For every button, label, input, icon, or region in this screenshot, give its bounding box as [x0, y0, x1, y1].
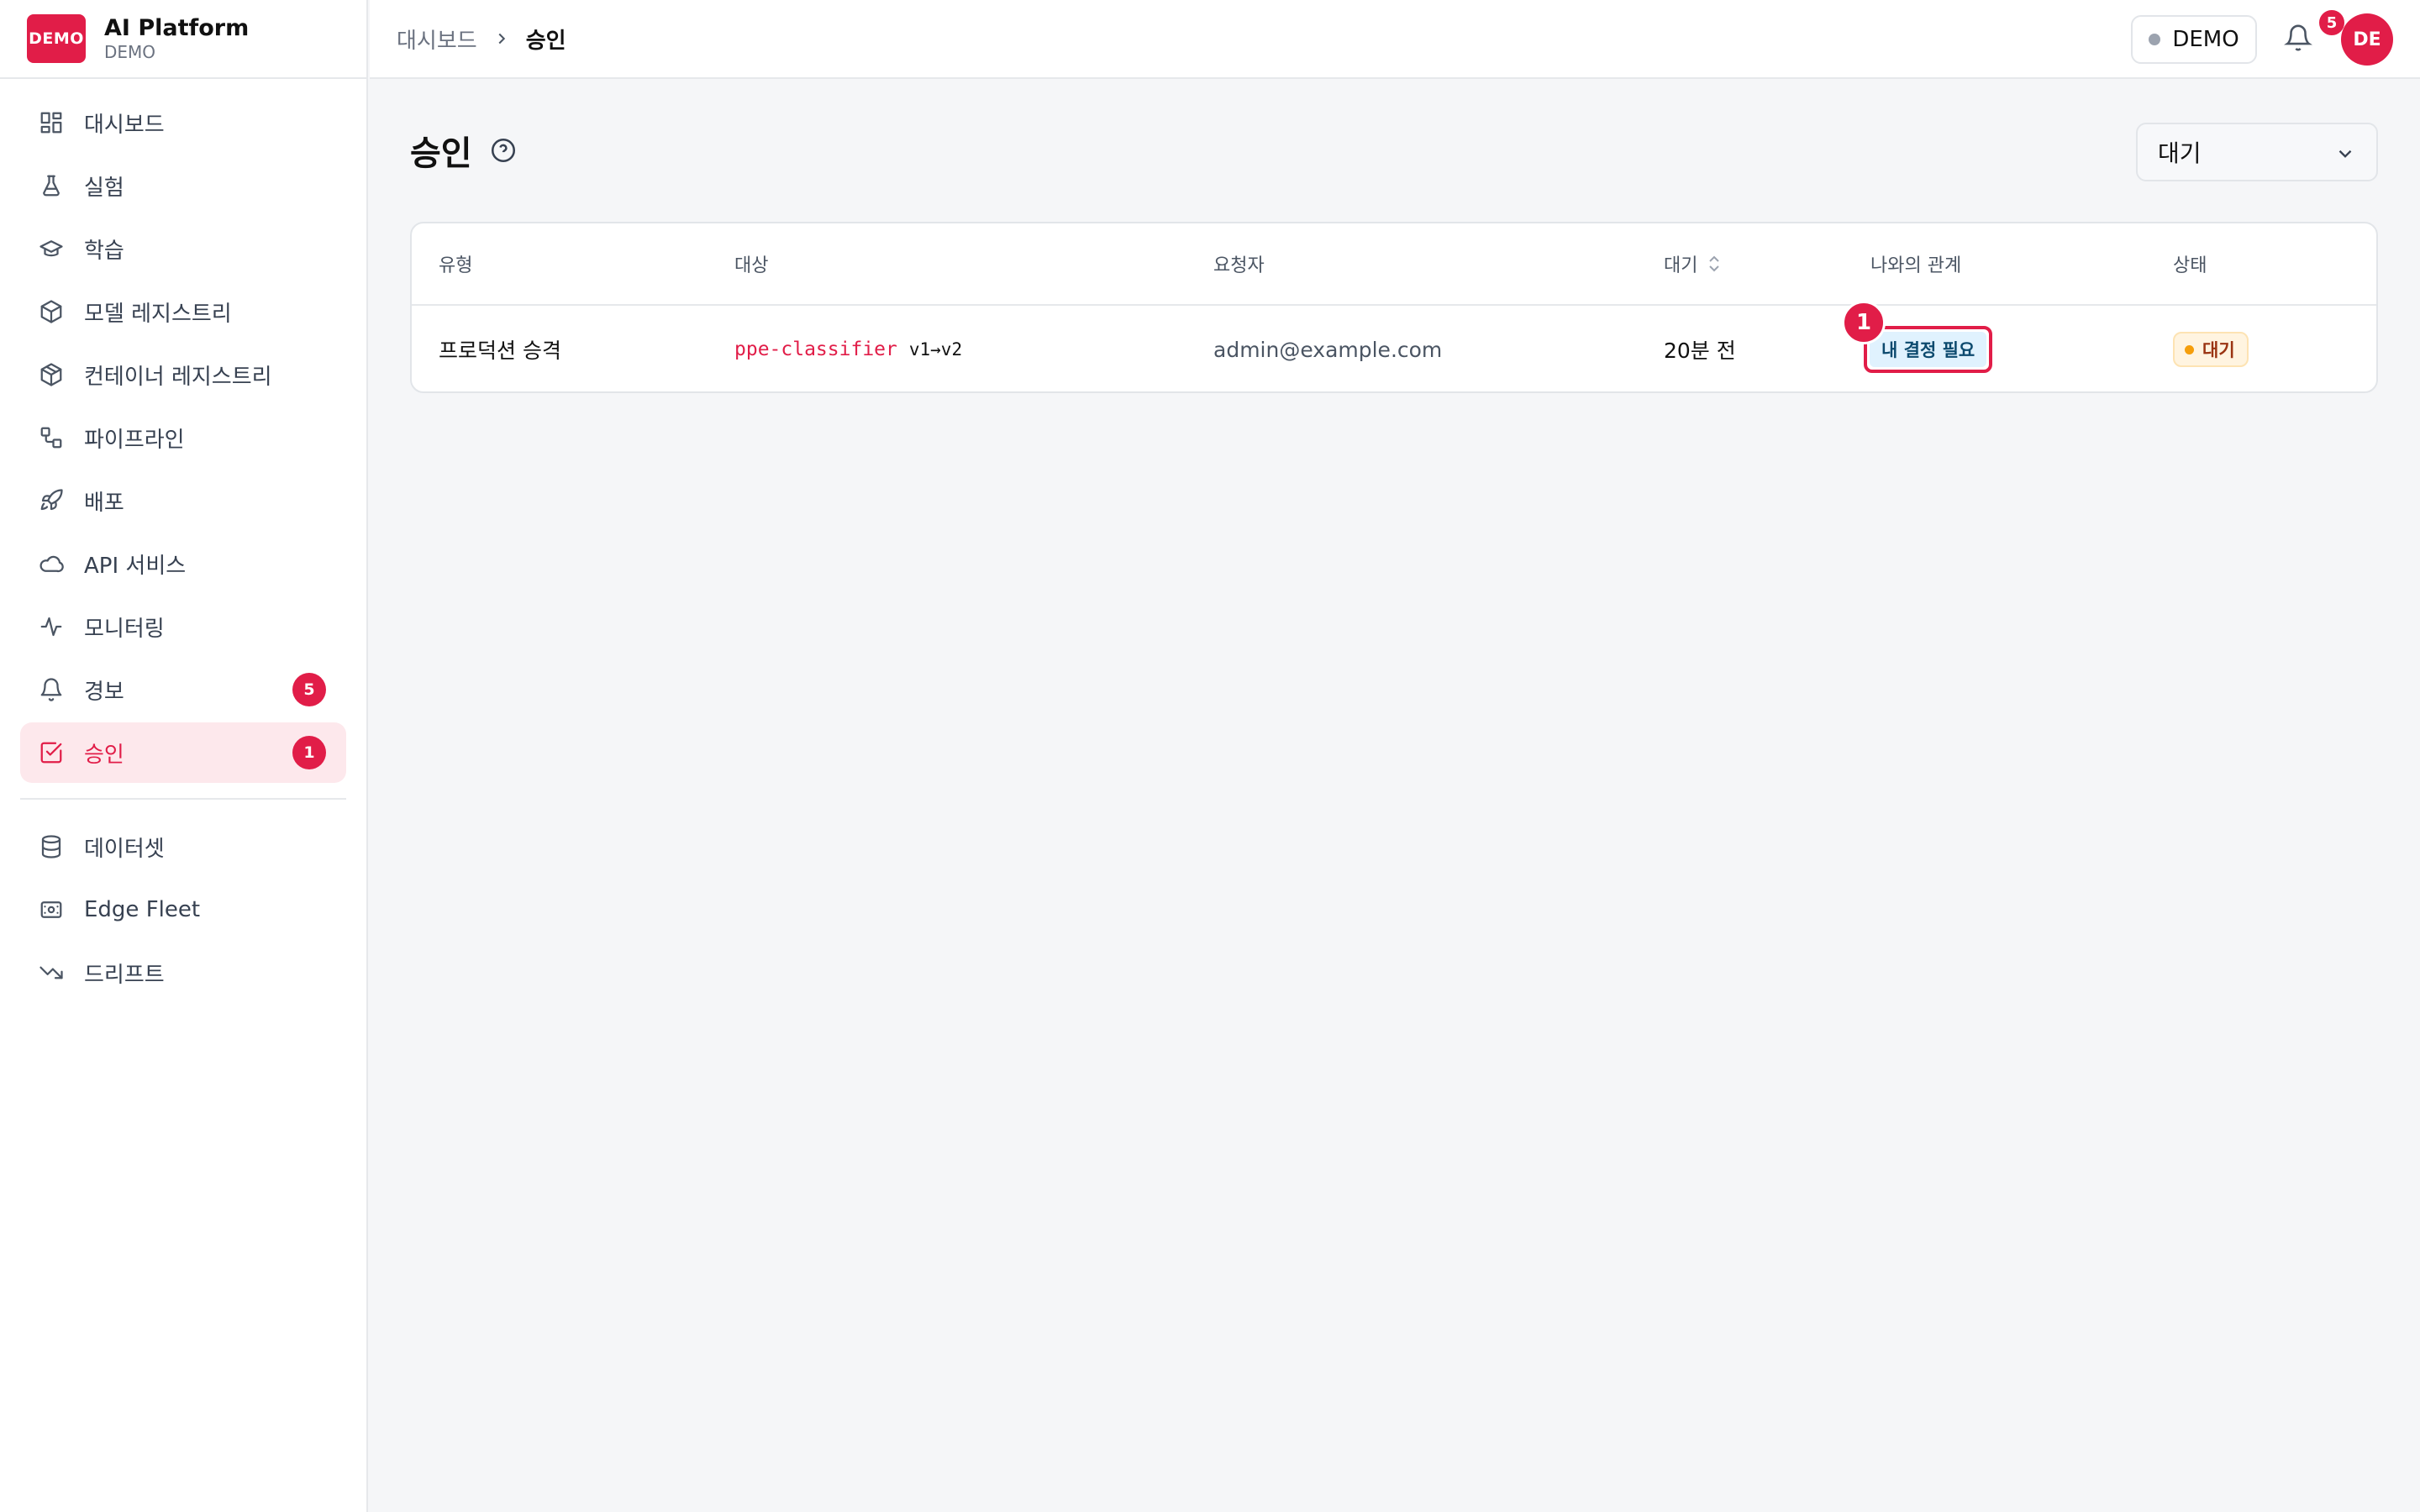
trending-down-icon: [39, 960, 64, 985]
target-model-name[interactable]: ppe-classifier: [734, 339, 897, 360]
column-header-target: 대상: [734, 255, 769, 276]
notifications-button[interactable]: [2284, 24, 2316, 55]
sidebar-item-label: 경보: [84, 679, 124, 705]
sidebar-item-approvals[interactable]: 승인 1: [20, 722, 346, 783]
sidebar-item-label: 컨테이너 레지스트리: [84, 364, 272, 390]
brand-text: AI Platform DEMO: [104, 15, 249, 62]
sidebar-nav: 대시보드 실험 학습 모델 레지스트리 컨테이너 레지스트리 파이프라인 배포: [0, 79, 366, 1003]
alerts-count-badge: 5: [292, 673, 326, 706]
check-square-icon: [39, 740, 64, 765]
sidebar-item-label: 실험: [84, 175, 124, 201]
target-version-change: v1→v2: [908, 339, 963, 360]
approvals-table: 유형 대상 요청자 대기 나와의 관계 상태 프로덕션 승격 ppe-class…: [410, 222, 2378, 393]
column-header-waiting-label: 대기: [1664, 255, 1698, 276]
cell-target[interactable]: ppe-classifier v1→v2: [734, 306, 963, 391]
table-header: 유형 대상 요청자 대기 나와의 관계 상태: [412, 223, 2376, 306]
column-header-requester: 요청자: [1213, 255, 1265, 276]
sidebar-item-experiments[interactable]: 실험: [20, 155, 346, 216]
router-icon: [39, 897, 64, 922]
cube-icon: [39, 299, 64, 324]
brand-logo: DEMO: [27, 14, 86, 63]
relation-badge[interactable]: 내 결정 필요: [1870, 332, 1987, 367]
cell-requester: admin@example.com: [1213, 337, 1443, 362]
sidebar-item-label: 파이프라인: [84, 427, 185, 453]
cell-status: 대기: [2173, 306, 2249, 391]
brand-name: AI Platform: [104, 15, 250, 41]
status-filter-select[interactable]: 대기: [2136, 123, 2378, 181]
sidebar-item-label: 모델 레지스트리: [84, 301, 232, 327]
environment-status-dot: [2149, 34, 2161, 45]
sidebar-item-training[interactable]: 학습: [20, 218, 346, 279]
column-header-waiting[interactable]: 대기: [1664, 223, 1723, 304]
environment-label: DEMO: [2172, 27, 2239, 52]
annotation-marker: 1: [1842, 301, 1886, 344]
breadcrumb-root[interactable]: 대시보드: [397, 24, 477, 55]
brand-subtitle: DEMO: [104, 42, 156, 62]
graduation-cap-icon: [39, 236, 64, 261]
dashboard-icon: [39, 110, 64, 135]
sidebar-item-label: 데이터셋: [84, 836, 165, 862]
help-circle-icon[interactable]: [489, 136, 518, 165]
sidebar-item-container-registry[interactable]: 컨테이너 레지스트리: [20, 344, 346, 405]
sidebar-divider: [20, 798, 346, 800]
status-badge: 대기: [2173, 332, 2249, 367]
cell-type: 프로덕션 승격: [439, 339, 561, 363]
activity-icon: [39, 614, 64, 639]
sidebar-item-drift[interactable]: 드리프트: [20, 942, 346, 1003]
sidebar-item-monitoring[interactable]: 모니터링: [20, 596, 346, 657]
page-title: 승인: [410, 134, 472, 173]
sidebar-item-label: 모니터링: [84, 616, 165, 642]
sidebar-item-model-registry[interactable]: 모델 레지스트리: [20, 281, 346, 342]
flask-icon: [39, 173, 64, 198]
sidebar-item-label: Edge Fleet: [84, 897, 201, 922]
sidebar-item-label: 승인: [84, 742, 124, 768]
sidebar-item-edge-fleet[interactable]: Edge Fleet: [20, 879, 346, 940]
package-icon: [39, 362, 64, 387]
status-filter-value: 대기: [2158, 139, 2202, 167]
column-header-status: 상태: [2173, 255, 2207, 276]
sidebar-item-alerts[interactable]: 경보 5: [20, 659, 346, 720]
top-bar: 대시보드 승인 DEMO 5 DE: [370, 0, 2420, 79]
cell-waiting: 20분 전: [1664, 339, 1736, 363]
column-header-type: 유형: [439, 255, 473, 276]
column-header-relation: 나와의 관계: [1870, 255, 1962, 276]
breadcrumb-current: 승인: [525, 28, 566, 54]
bell-icon: [39, 677, 64, 702]
brand[interactable]: DEMO AI Platform DEMO: [0, 0, 366, 79]
approvals-count-badge: 1: [292, 736, 326, 769]
sort-icon: [1706, 254, 1723, 274]
status-label: 대기: [2202, 340, 2235, 360]
environment-switcher[interactable]: DEMO: [2131, 15, 2257, 64]
cell-relation: 1 내 결정 필요: [1842, 301, 1993, 391]
relation-highlight[interactable]: 1 내 결정 필요: [1842, 301, 1993, 373]
bell-icon: [2284, 24, 2312, 55]
cloud-icon: [39, 551, 64, 576]
sidebar-item-dashboard[interactable]: 대시보드: [20, 92, 346, 153]
sidebar-item-label: 대시보드: [84, 112, 165, 138]
sidebar-item-label: API 서비스: [84, 553, 187, 579]
sidebar-item-label: 학습: [84, 238, 124, 264]
chevron-right-icon: [492, 29, 511, 48]
sidebar: DEMO AI Platform DEMO 대시보드 실험 학습 모델 레지스트…: [0, 0, 368, 1512]
workflow-icon: [39, 425, 64, 450]
chevron-down-icon: [2334, 143, 2356, 165]
sidebar-item-api-services[interactable]: API 서비스: [20, 533, 346, 594]
table-row[interactable]: 프로덕션 승격 ppe-classifier v1→v2 admin@examp…: [412, 301, 2376, 391]
avatar[interactable]: DE: [2341, 13, 2393, 66]
database-icon: [39, 834, 64, 859]
status-dot: [2185, 344, 2194, 354]
sidebar-item-datasets[interactable]: 데이터셋: [20, 816, 346, 877]
page-header: 승인: [410, 126, 518, 175]
sidebar-item-label: 배포: [84, 490, 124, 516]
sidebar-item-pipelines[interactable]: 파이프라인: [20, 407, 346, 468]
sidebar-item-deploy[interactable]: 배포: [20, 470, 346, 531]
rocket-icon: [39, 488, 64, 513]
sidebar-item-label: 드리프트: [84, 962, 165, 988]
